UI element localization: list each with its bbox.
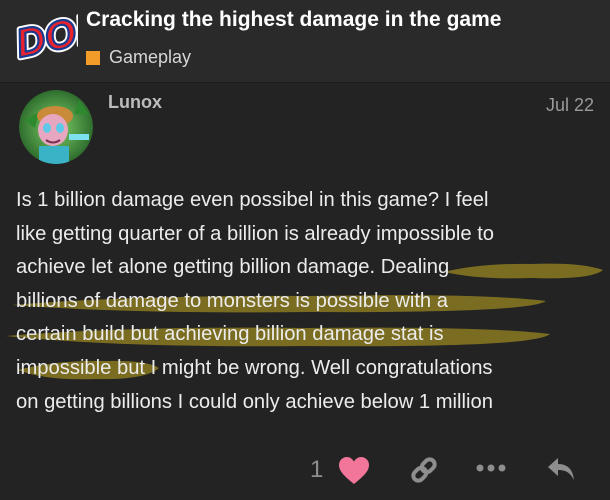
username[interactable]: Lunox — [108, 92, 162, 113]
topic-header: DO! DO! Cracking the highest damage in t… — [0, 0, 610, 83]
category-label: Gameplay — [109, 47, 192, 67]
svg-text:DO!: DO! — [12, 10, 78, 66]
topic-title[interactable]: Cracking the highest damage in the game — [86, 8, 601, 32]
highlight-mark — [444, 263, 603, 279]
avatar[interactable] — [19, 90, 93, 164]
heart-icon[interactable] — [338, 456, 370, 491]
post-actions: 1 — [0, 448, 610, 494]
post-line: like getting quarter of a billion is alr… — [16, 222, 495, 245]
reply-icon[interactable] — [546, 454, 576, 489]
more-icon[interactable] — [476, 460, 506, 478]
category-color-square — [86, 50, 100, 65]
post-line: achieve let alone getting billion damage… — [16, 251, 604, 285]
post-line: impossible but I might be wrong. Well co… — [16, 352, 604, 386]
post-line: on getting billions I could only achieve… — [16, 390, 493, 413]
post-body: Is 1 billion damage even possibel in thi… — [6, 184, 604, 419]
post-date[interactable]: Jul 22 — [546, 95, 594, 116]
like-count[interactable]: 1 — [310, 456, 323, 484]
post-line: billions of damage to monsters is possib… — [12, 285, 604, 319]
link-icon[interactable] — [408, 454, 440, 491]
post-line: Is 1 billion damage even possibel in thi… — [16, 189, 489, 211]
category-badge[interactable]: Gameplay — [86, 47, 191, 68]
site-logo[interactable]: DO! DO! — [9, 5, 96, 69]
post-line: certain build but achieving billion dama… — [6, 318, 604, 352]
